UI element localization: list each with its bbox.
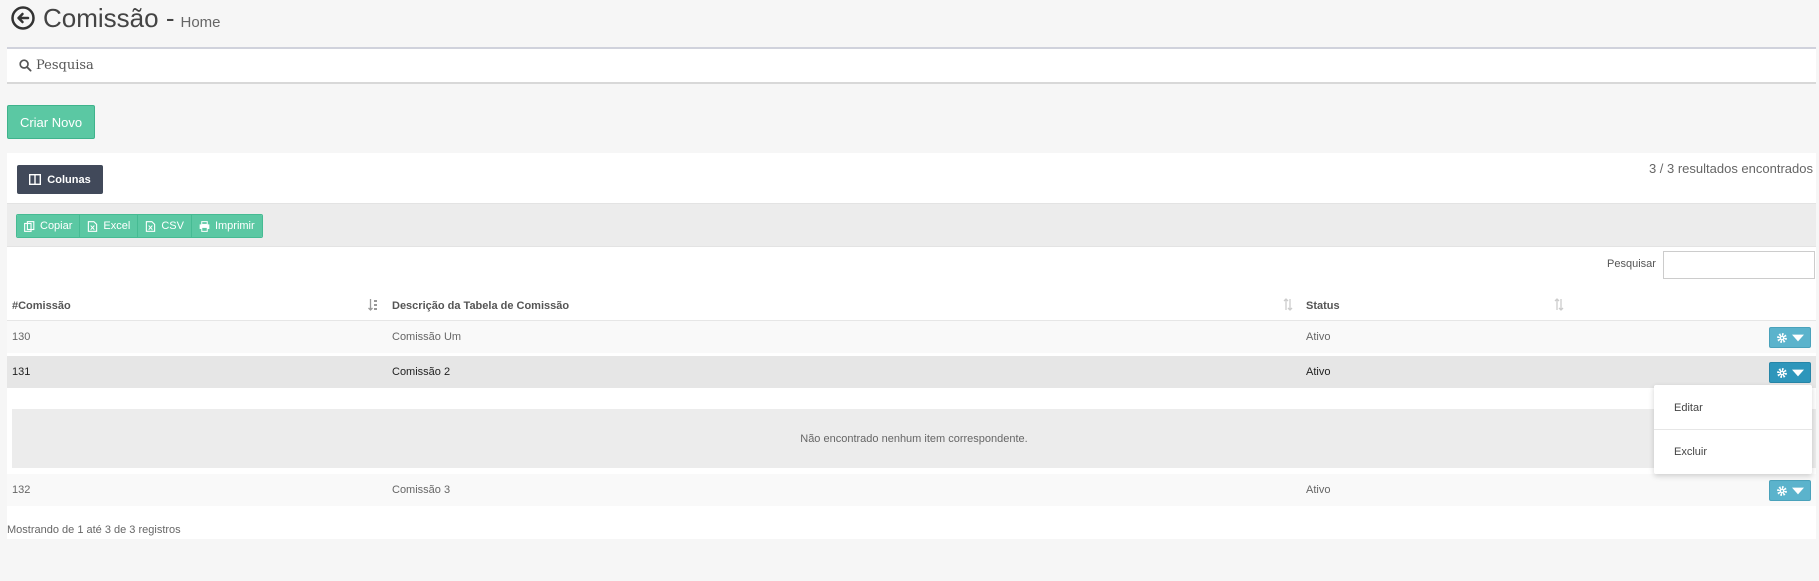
column-header-status[interactable]: Status <box>1306 300 1340 312</box>
sort-icon[interactable] <box>368 298 378 312</box>
gear-icon <box>1777 332 1787 343</box>
csv-label: CSV <box>161 220 184 232</box>
print-label: Imprimir <box>214 220 255 232</box>
search-panel[interactable]: Pesquisa <box>7 47 1816 84</box>
excel-icon <box>88 220 98 232</box>
create-new-button[interactable]: Criar Novo <box>7 105 95 139</box>
back-circle-icon[interactable] <box>10 5 36 31</box>
page-header: Comissão - Home <box>10 0 221 36</box>
column-header-description[interactable]: Descrição da Tabela de Comissão <box>392 300 569 312</box>
page-subtitle[interactable]: Home <box>180 14 220 31</box>
cell-id: 131 <box>12 366 31 378</box>
print-button[interactable]: Imprimir <box>191 215 262 237</box>
copy-button[interactable]: Copiar <box>17 215 81 237</box>
caret-down-icon <box>1792 369 1804 376</box>
columns-icon <box>29 174 42 185</box>
row-actions-button[interactable] <box>1769 362 1811 383</box>
search-panel-label: Pesquisa <box>36 58 94 73</box>
empty-results-message: Não encontrado nenhum item correspondent… <box>12 409 1816 468</box>
columns-button-label: Colunas <box>47 173 91 186</box>
cell-description: Comissão 3 <box>392 484 451 496</box>
copy-icon <box>24 220 35 232</box>
table-row[interactable]: 130 Comissão Um Ativo <box>7 321 1816 353</box>
excel-button[interactable]: Excel <box>80 215 139 237</box>
dropdown-item-edit[interactable]: Editar <box>1674 402 1703 414</box>
page-title: Comissão - <box>43 2 175 33</box>
row-actions-dropdown: Editar Excluir <box>1654 385 1812 474</box>
copy-label: Copiar <box>40 220 73 232</box>
table-row[interactable]: 131 Comissão 2 Ativo <box>7 356 1816 388</box>
table-search-input[interactable] <box>1663 251 1815 279</box>
results-count: 3 / 3 resultados encontrados <box>1648 161 1813 176</box>
row-actions-button[interactable] <box>1769 480 1811 501</box>
gear-icon <box>1777 485 1787 496</box>
dropdown-divider <box>1654 429 1812 430</box>
cell-description: Comissão Um <box>392 331 462 343</box>
caret-down-icon <box>1792 487 1804 494</box>
row-actions-button[interactable] <box>1769 327 1811 348</box>
csv-button[interactable]: CSV <box>138 215 192 237</box>
export-toolbar <box>7 203 1816 247</box>
csv-icon <box>146 220 156 232</box>
pagination-info: Mostrando de 1 até 3 de 3 registros <box>7 524 181 536</box>
cell-description: Comissão 2 <box>392 366 451 378</box>
search-icon <box>19 59 32 72</box>
caret-down-icon <box>1792 334 1804 341</box>
export-button-group: Copiar Excel CSV Imprimir <box>16 214 263 238</box>
columns-button[interactable]: Colunas <box>17 165 103 194</box>
cell-status: Ativo <box>1306 484 1331 496</box>
sort-icon[interactable] <box>1283 298 1293 312</box>
excel-label: Excel <box>103 220 131 232</box>
cell-status: Ativo <box>1306 331 1331 343</box>
dropdown-item-delete[interactable]: Excluir <box>1674 446 1707 458</box>
cell-id: 130 <box>12 331 31 343</box>
column-header-id[interactable]: #Comissão <box>12 300 71 312</box>
cell-id: 132 <box>12 484 31 496</box>
table-row[interactable]: 132 Comissão 3 Ativo <box>7 474 1816 506</box>
print-icon <box>199 220 210 232</box>
sort-icon[interactable] <box>1554 298 1564 312</box>
table-search-label: Pesquisar <box>1607 258 1656 270</box>
cell-status: Ativo <box>1306 366 1331 378</box>
gear-icon <box>1777 367 1787 378</box>
